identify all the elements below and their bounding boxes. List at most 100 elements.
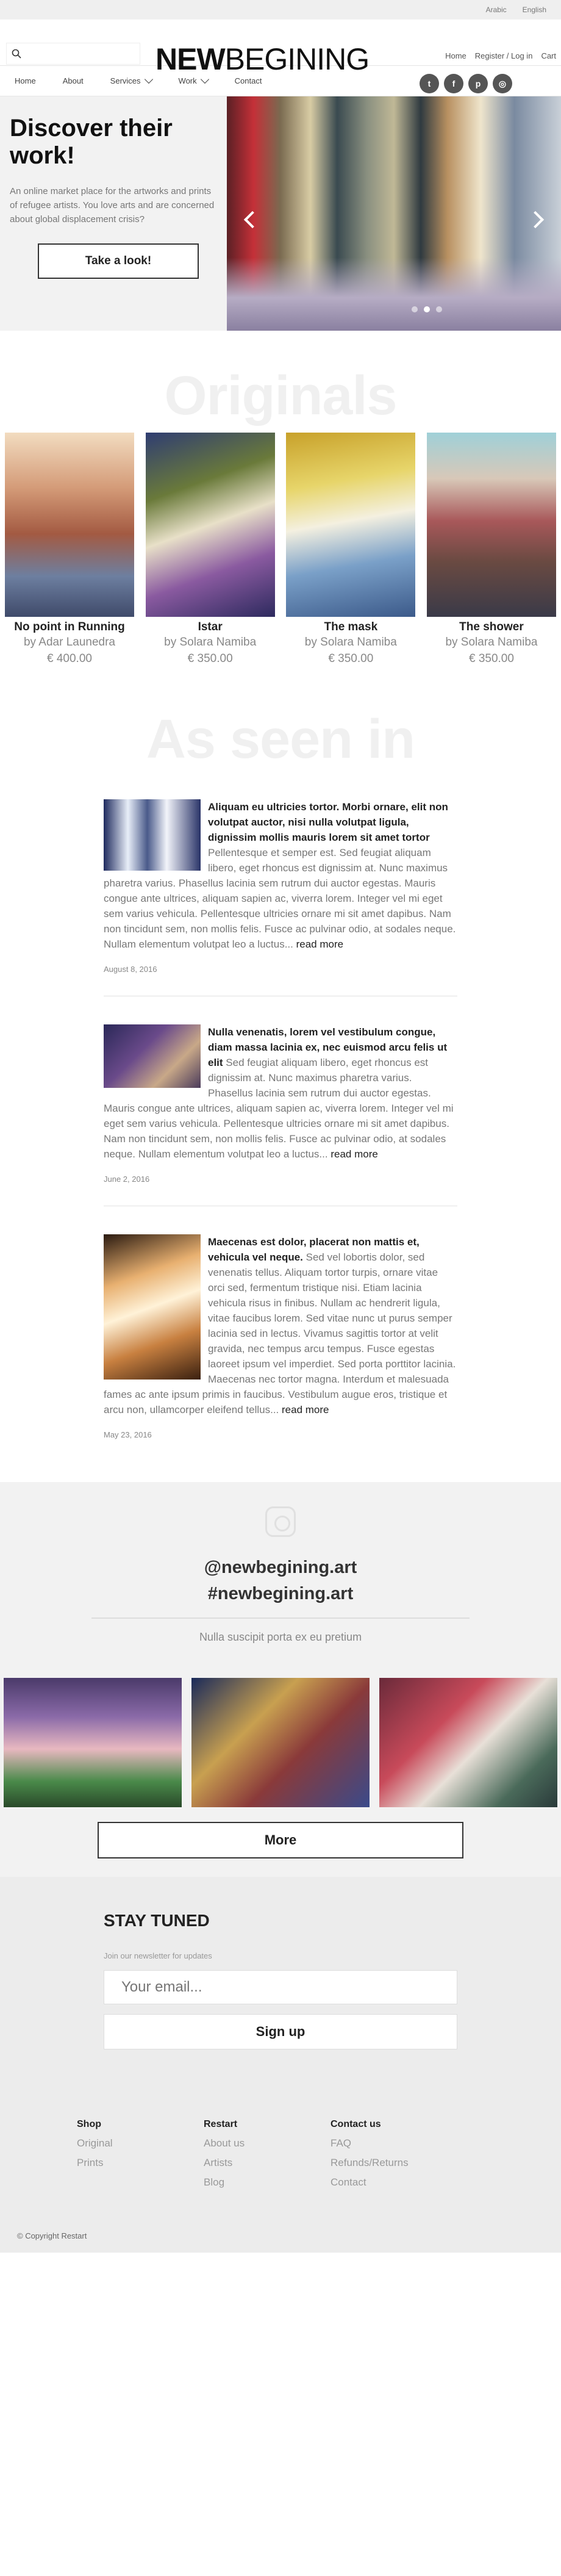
instagram-photo[interactable]	[4, 1678, 182, 1807]
slider-dot[interactable]	[412, 306, 418, 312]
arrow-right-icon[interactable]	[526, 210, 545, 229]
arrow-left-icon[interactable]	[243, 210, 262, 229]
instagram-subtitle: Nulla suscipit porta ex eu pretium	[199, 1631, 362, 1643]
footer-link[interactable]: About us	[204, 2137, 331, 2150]
instagram-icon	[265, 1506, 296, 1537]
press-post: Aliquam eu ultricies tortor. Morbi ornar…	[104, 799, 457, 996]
instagram-photo[interactable]	[191, 1678, 370, 1807]
search-icon[interactable]	[12, 49, 21, 59]
facebook-icon[interactable]: f	[444, 74, 463, 93]
hero-title: Discover their work!	[10, 115, 173, 169]
post-image[interactable]	[104, 1234, 201, 1380]
email-input[interactable]	[121, 1979, 426, 1996]
footer-link[interactable]: Original	[77, 2137, 204, 2150]
footer-column-restart: Restart About us Artists Blog	[204, 2119, 331, 2189]
artwork-title[interactable]: Istar	[146, 621, 275, 634]
post-date: June 2, 2016	[104, 1175, 150, 1184]
artwork-artist: by Solara Namiba	[164, 636, 257, 649]
footer-column-contact: Contact us FAQ Refunds/Returns Contact	[331, 2119, 457, 2189]
slider-dot[interactable]	[436, 306, 442, 312]
pinterest-icon[interactable]: p	[468, 74, 488, 93]
hero-panel: Discover their work! An online market pl…	[0, 96, 227, 331]
instagram-photo[interactable]	[379, 1678, 557, 1807]
press-post: Nulla venenatis, lorem vel vestibulum co…	[104, 1024, 457, 1206]
footer-link[interactable]: Refunds/Returns	[331, 2157, 457, 2169]
instagram-section: @newbegining.art #newbegining.art Nulla …	[0, 1482, 561, 2253]
chevron-down-icon	[200, 74, 209, 84]
lang-arabic[interactable]: Arabic	[486, 5, 507, 14]
more-button[interactable]: More	[98, 1822, 463, 1858]
artwork-artist: by Adar Launedra	[23, 636, 115, 649]
newsletter-subtitle: Join our newsletter for updates	[104, 1951, 212, 1960]
artwork-artist: by Solara Namiba	[445, 636, 538, 649]
footer-link[interactable]: FAQ	[331, 2137, 457, 2150]
lang-english[interactable]: English	[523, 5, 546, 14]
artwork-card[interactable]: No point in Running by Adar Launedra € 4…	[5, 433, 134, 666]
artwork-price: € 350.00	[187, 652, 233, 665]
read-more-link[interactable]: read more	[282, 1404, 329, 1416]
twitter-icon[interactable]: t	[420, 74, 439, 93]
artwork-image[interactable]	[5, 433, 134, 617]
slider-dot-active[interactable]	[424, 306, 430, 312]
main-nav: Home About Services Work Contact t f p ◎	[0, 66, 561, 96]
nav-label: Contact	[234, 76, 262, 85]
nav-item-contact[interactable]: Contact	[235, 76, 262, 85]
instagram-grid	[0, 1678, 561, 1807]
newsletter-title: STAY TUNED	[104, 1911, 210, 1930]
instagram-hashtag[interactable]: #newbegining.art	[0, 1584, 561, 1604]
header-links: Home Register / Log in Cart	[445, 51, 556, 60]
artwork-title[interactable]: The shower	[427, 621, 556, 634]
header-link-cart[interactable]: Cart	[541, 51, 556, 60]
nav-item-work[interactable]: Work	[179, 74, 209, 85]
divider	[91, 1617, 470, 1619]
artwork-image[interactable]	[426, 433, 556, 617]
read-more-link[interactable]: read more	[331, 1148, 377, 1160]
copyright: © Copyright Restart	[17, 2231, 87, 2240]
artwork-price: € 350.00	[468, 652, 514, 665]
search-box[interactable]	[6, 43, 140, 65]
press-list: Aliquam eu ultricies tortor. Morbi ornar…	[104, 799, 457, 1447]
slider-dots	[412, 306, 442, 312]
chevron-down-icon	[144, 74, 153, 84]
footer-link[interactable]: Blog	[204, 2176, 331, 2189]
footer-heading: Restart	[204, 2119, 238, 2129]
hero-text: An online market place for the artworks …	[10, 185, 215, 225]
footer-link[interactable]: Contact	[331, 2176, 457, 2189]
read-more-link[interactable]: read more	[296, 938, 343, 950]
search-input[interactable]	[25, 49, 129, 59]
sign-up-button[interactable]: Sign up	[104, 2014, 457, 2049]
nav-item-home[interactable]: Home	[15, 76, 36, 85]
post-image[interactable]	[104, 799, 201, 871]
header-link-register[interactable]: Register / Log in	[475, 51, 533, 60]
originals-title: Originals	[164, 365, 397, 426]
footer-columns: Shop Original Prints Restart About us Ar…	[77, 2119, 457, 2189]
footer-link[interactable]: Prints	[77, 2157, 204, 2169]
post-title[interactable]: Aliquam eu ultricies tortor. Morbi ornar…	[208, 801, 448, 843]
post-image[interactable]	[104, 1024, 201, 1088]
artwork-title[interactable]: The mask	[286, 621, 415, 634]
artwork-card[interactable]: Istar by Solara Namiba € 350.00	[145, 433, 275, 666]
footer-link[interactable]: Artists	[204, 2157, 331, 2169]
artwork-card[interactable]: The shower by Solara Namiba € 350.00	[426, 433, 556, 666]
footer-heading: Contact us	[331, 2119, 381, 2129]
footer-column-shop: Shop Original Prints	[77, 2119, 204, 2189]
header: NEWBEGINING Home Register / Log in Cart	[0, 20, 561, 74]
footer-heading: Shop	[77, 2119, 101, 2129]
hero: Discover their work! An online market pl…	[0, 96, 561, 331]
header-link-home[interactable]: Home	[445, 51, 466, 60]
press-title: As seen in	[146, 709, 415, 770]
artwork-artist: by Solara Namiba	[304, 636, 397, 649]
artwork-card[interactable]: The mask by Solara Namiba € 350.00	[286, 433, 416, 666]
email-field[interactable]	[104, 1970, 457, 2004]
artwork-title[interactable]: No point in Running	[5, 621, 134, 634]
take-a-look-button[interactable]: Take a look!	[38, 243, 199, 279]
artwork-image[interactable]	[286, 433, 416, 617]
hero-slider	[227, 96, 561, 331]
nav-item-about[interactable]: About	[63, 76, 84, 85]
artwork-image[interactable]	[145, 433, 275, 617]
nav-item-services[interactable]: Services	[110, 74, 153, 85]
originals-grid: No point in Running by Adar Launedra € 4…	[0, 433, 561, 666]
instagram-handle[interactable]: @newbegining.art	[0, 1558, 561, 1578]
nav-label: Home	[15, 76, 36, 85]
instagram-icon[interactable]: ◎	[493, 74, 512, 93]
